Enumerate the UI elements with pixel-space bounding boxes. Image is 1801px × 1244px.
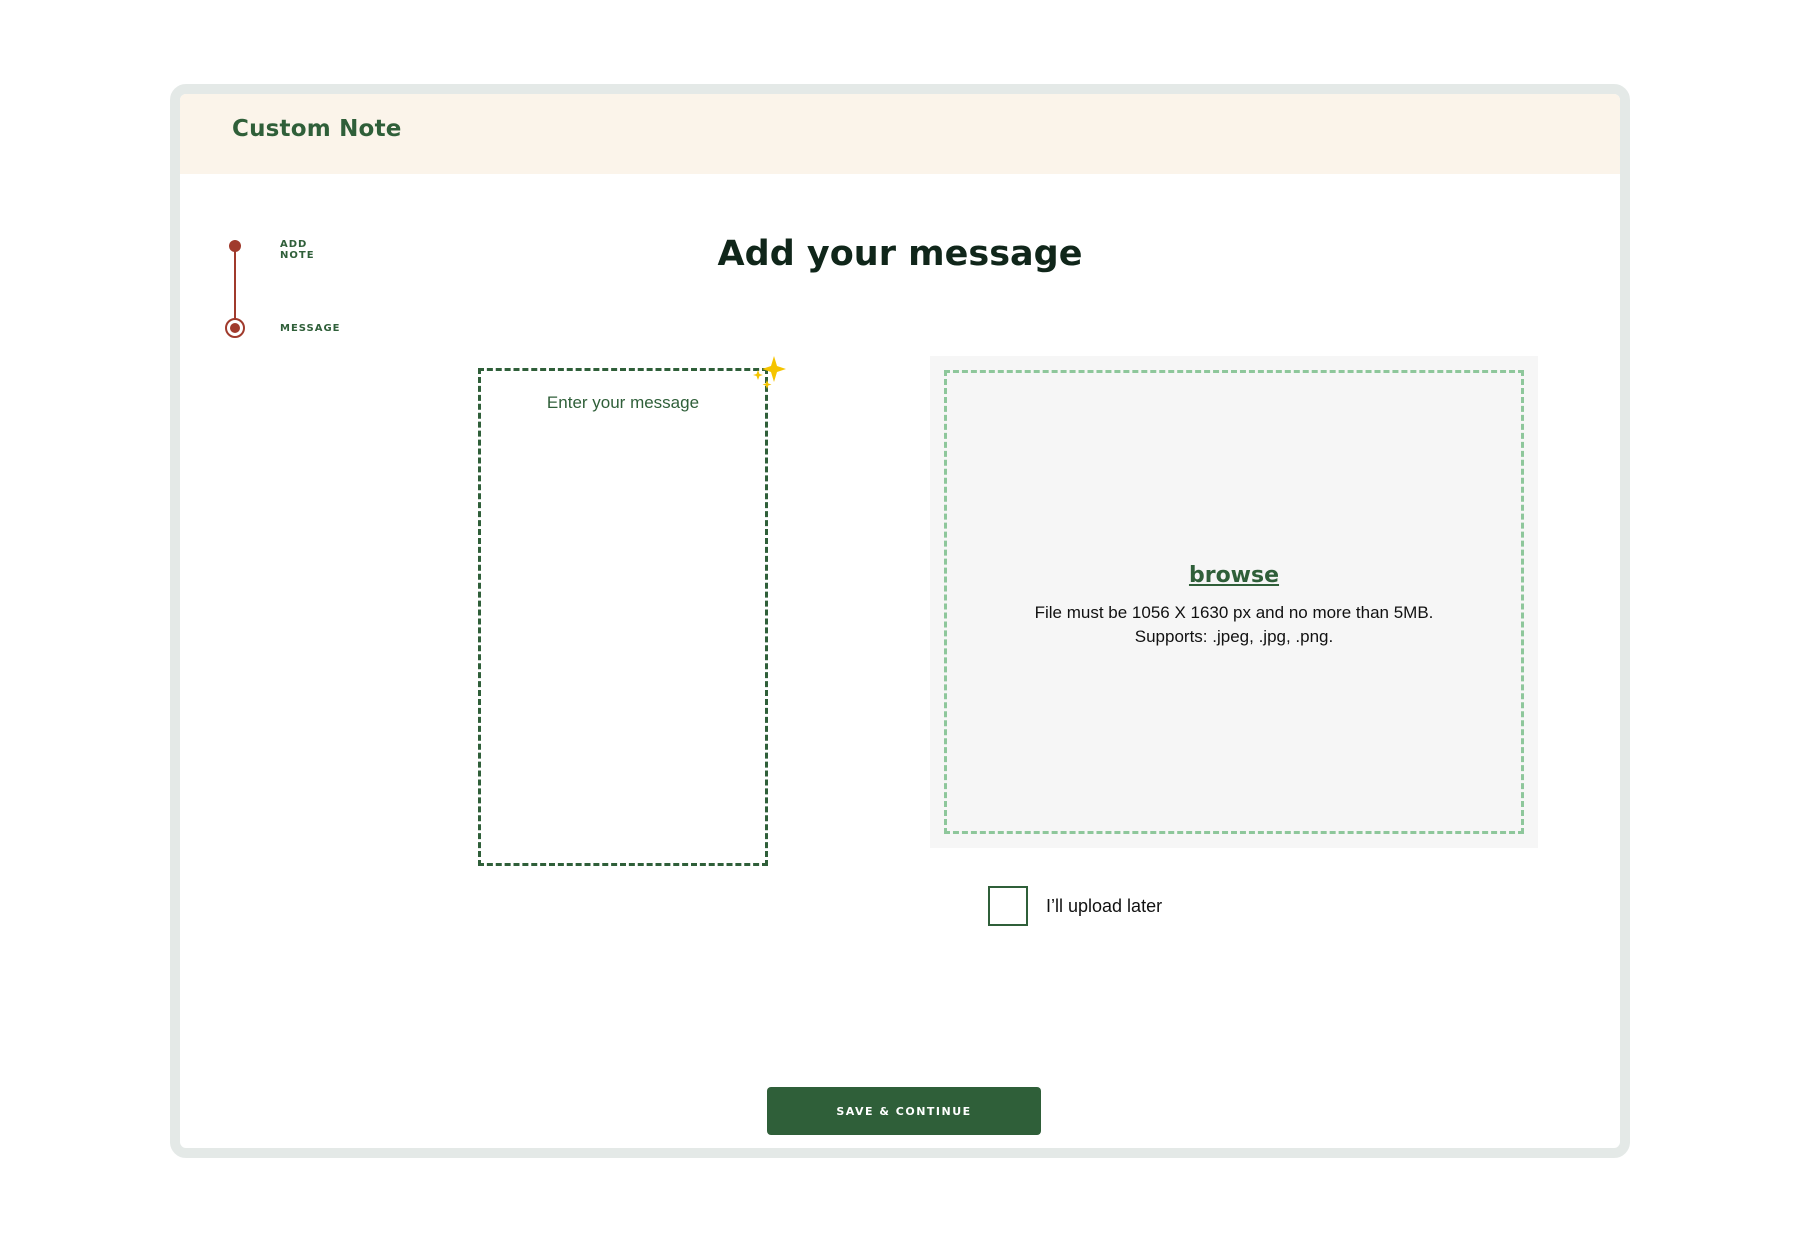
browse-link[interactable]: browse [947, 563, 1521, 588]
upload-requirements: File must be 1056 X 1630 px and no more … [947, 601, 1521, 649]
step-dot-message-current [225, 318, 245, 338]
upload-dropzone-border: browse File must be 1056 X 1630 px and n… [944, 370, 1524, 834]
message-card[interactable]: Enter your message [478, 368, 768, 866]
upload-later-checkbox[interactable] [988, 886, 1028, 926]
upload-requirements-formats: Supports: .jpeg, .jpg, .png. [1134, 627, 1334, 646]
step-label-message[interactable]: MESSAGE [280, 323, 341, 334]
upload-requirements-size: File must be 1056 X 1630 px and no more … [1034, 603, 1434, 622]
upload-dropzone[interactable]: browse File must be 1056 X 1630 px and n… [930, 356, 1538, 848]
custom-note-modal: Custom Note ADD NOTE MESSAGE Add your me… [170, 84, 1630, 1158]
modal-title: Custom Note [232, 116, 402, 142]
save-continue-button[interactable]: SAVE & CONTINUE [767, 1087, 1041, 1135]
sparkle-icon [753, 356, 786, 389]
message-placeholder[interactable]: Enter your message [481, 393, 765, 413]
upload-later-label[interactable]: I’ll upload later [1046, 896, 1162, 917]
page-title: Add your message [717, 234, 1083, 274]
modal-header: Custom Note [180, 94, 1620, 174]
